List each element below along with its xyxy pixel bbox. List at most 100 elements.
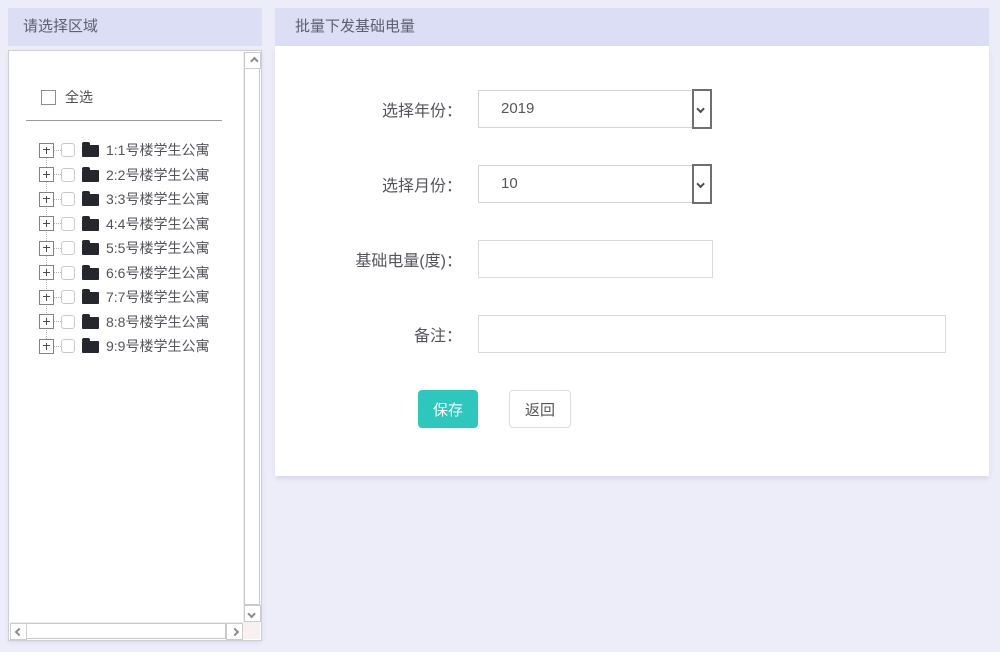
tree-connector	[54, 223, 61, 225]
tree-node-label[interactable]: 3:3号楼学生公寓	[106, 189, 209, 209]
horizontal-scrollbar[interactable]	[10, 622, 243, 640]
tree-node-label[interactable]: 8:8号楼学生公寓	[106, 312, 209, 332]
vertical-scroll-thumb[interactable]	[244, 69, 260, 605]
month-row: 选择月份： 10	[275, 164, 989, 204]
year-select[interactable]: 2019	[478, 89, 712, 129]
tree-connector	[54, 174, 61, 176]
batch-issue-title: 批量下发基础电量	[275, 8, 989, 46]
scroll-right-button[interactable]	[226, 623, 243, 640]
folder-icon	[82, 215, 99, 231]
scroll-left-button[interactable]	[10, 623, 27, 640]
folder-icon	[82, 313, 99, 329]
region-tree-container: 全选 1:1号楼学生公寓 2:2号楼学生公寓 3:3号楼学生公寓 4:4号楼学生…	[8, 50, 262, 641]
year-select-value: 2019	[501, 100, 535, 117]
remark-row: 备注：	[275, 315, 989, 353]
expand-icon[interactable]	[39, 240, 54, 256]
tree-node-label[interactable]: 1:1号楼学生公寓	[106, 140, 209, 160]
tree-checkbox[interactable]	[61, 192, 75, 207]
chevron-down-icon	[246, 609, 256, 618]
vertical-scrollbar[interactable]	[243, 52, 261, 622]
expand-icon[interactable]	[39, 338, 54, 354]
expand-icon[interactable]	[39, 191, 54, 207]
expand-icon[interactable]	[39, 314, 54, 330]
horizontal-scroll-thumb[interactable]	[27, 623, 226, 639]
region-panel-title: 请选择区域	[8, 8, 262, 46]
save-button[interactable]: 保存	[418, 390, 478, 428]
region-select-panel: 请选择区域 全选 1:1号楼学生公寓 2:2号楼学生公寓 3:3号楼学生公寓 4…	[8, 8, 262, 641]
tree-node-label[interactable]: 5:5号楼学生公寓	[106, 238, 209, 258]
expand-icon[interactable]	[39, 265, 54, 281]
tree-row: 6:6号楼学生公寓	[39, 261, 243, 286]
base-power-label: 基础电量(度)：	[355, 253, 462, 270]
year-row: 选择年份： 2019	[275, 89, 989, 129]
month-select[interactable]: 10	[478, 164, 712, 204]
month-select-arrow[interactable]	[692, 164, 712, 204]
tree-checkbox[interactable]	[61, 290, 75, 305]
folder-icon	[82, 191, 99, 207]
tree-node-label[interactable]: 4:4号楼学生公寓	[106, 214, 209, 234]
tree-connector	[54, 321, 61, 323]
tree-connector	[54, 198, 61, 200]
folder-icon	[82, 264, 99, 280]
expand-icon[interactable]	[39, 142, 54, 158]
folder-icon	[82, 240, 99, 256]
tree-checkbox[interactable]	[61, 339, 75, 354]
tree-checkbox[interactable]	[61, 314, 75, 329]
select-all-row[interactable]: 全选	[41, 87, 243, 107]
batch-issue-form: 选择年份： 2019 选择月份： 10 基础电量(度)： 备注： 保存 返回	[275, 46, 989, 476]
tree-connector	[54, 345, 61, 347]
tree-row: 8:8号楼学生公寓	[39, 310, 243, 335]
tree-checkbox[interactable]	[61, 167, 75, 182]
chevron-left-icon	[14, 627, 23, 636]
back-button[interactable]: 返回	[509, 390, 571, 428]
chevron-right-icon	[230, 627, 239, 636]
tree-checkbox[interactable]	[61, 241, 75, 256]
tree-connector	[54, 149, 61, 151]
tree-connector	[54, 247, 61, 249]
scrollbar-corner	[243, 622, 260, 639]
region-tree: 1:1号楼学生公寓 2:2号楼学生公寓 3:3号楼学生公寓 4:4号楼学生公寓 …	[9, 138, 243, 359]
tree-row: 2:2号楼学生公寓	[39, 163, 243, 188]
tree-row: 4:4号楼学生公寓	[39, 212, 243, 237]
scroll-down-button[interactable]	[244, 605, 261, 622]
month-label: 选择月份：	[381, 178, 462, 195]
month-select-value: 10	[501, 175, 518, 192]
tree-node-label[interactable]: 7:7号楼学生公寓	[106, 287, 209, 307]
tree-row: 5:5号楼学生公寓	[39, 236, 243, 261]
batch-issue-panel: 批量下发基础电量 选择年份： 2019 选择月份： 10 基础电量(度)： 备注…	[275, 8, 989, 476]
tree-divider	[26, 120, 222, 121]
tree-connector	[54, 272, 61, 274]
tree-node-label[interactable]: 9:9号楼学生公寓	[106, 336, 209, 356]
folder-icon	[82, 142, 99, 158]
region-tree-viewport: 全选 1:1号楼学生公寓 2:2号楼学生公寓 3:3号楼学生公寓 4:4号楼学生…	[9, 51, 243, 622]
folder-icon	[82, 338, 99, 354]
base-power-input[interactable]	[478, 240, 713, 278]
tree-checkbox[interactable]	[61, 216, 75, 231]
scroll-up-button[interactable]	[244, 52, 261, 69]
select-all-checkbox[interactable]	[41, 89, 56, 105]
chevron-up-icon	[249, 56, 259, 65]
tree-node-label[interactable]: 2:2号楼学生公寓	[106, 165, 209, 185]
chevron-down-icon	[696, 179, 705, 189]
tree-node-label[interactable]: 6:6号楼学生公寓	[106, 263, 209, 283]
expand-icon[interactable]	[39, 167, 54, 183]
remark-label: 备注：	[413, 328, 462, 345]
base-power-row: 基础电量(度)：	[275, 240, 989, 278]
tree-row: 3:3号楼学生公寓	[39, 187, 243, 212]
year-label: 选择年份：	[381, 103, 462, 120]
year-select-arrow[interactable]	[692, 89, 712, 129]
form-actions: 保存 返回	[275, 390, 989, 428]
remark-input[interactable]	[478, 315, 946, 353]
tree-row: 9:9号楼学生公寓	[39, 334, 243, 359]
tree-connector	[54, 296, 61, 298]
expand-icon[interactable]	[39, 216, 54, 232]
tree-checkbox[interactable]	[61, 265, 75, 280]
expand-icon[interactable]	[39, 289, 54, 305]
tree-checkbox[interactable]	[61, 143, 75, 158]
tree-row: 1:1号楼学生公寓	[39, 138, 243, 163]
chevron-down-icon	[696, 104, 705, 114]
folder-icon	[82, 166, 99, 182]
tree-row: 7:7号楼学生公寓	[39, 285, 243, 310]
folder-icon	[82, 289, 99, 305]
select-all-label: 全选	[65, 89, 93, 105]
